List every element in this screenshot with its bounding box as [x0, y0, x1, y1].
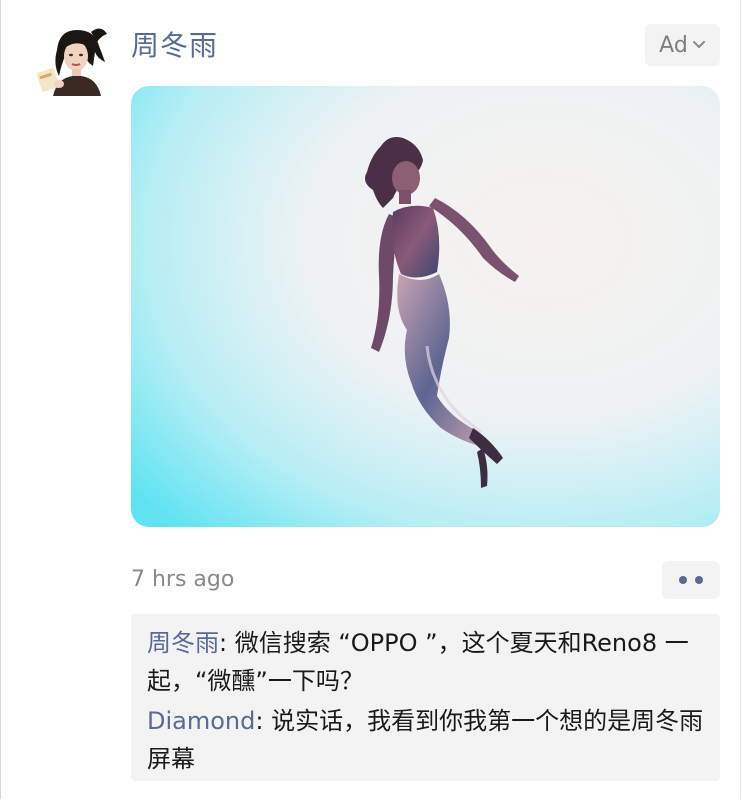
comment-separator: :	[219, 629, 235, 657]
more-dots-icon	[679, 576, 687, 584]
ad-image[interactable]	[131, 86, 720, 527]
avatar-image	[35, 22, 109, 96]
comment-author[interactable]: 周冬雨	[147, 629, 219, 657]
chevron-down-icon	[692, 41, 705, 48]
ad-label: Ad	[659, 32, 688, 58]
ad-photo-dancer	[131, 86, 720, 527]
moments-post: 周冬雨 Ad 7 hrs ago 周冬雨: 微信搜索 “OPPO ”，这个夏天和…	[0, 0, 741, 799]
post-author-name[interactable]: 周冬雨	[131, 28, 218, 64]
comment-item: Diamond: 说实话，我看到你我第一个想的是周冬雨屏幕	[147, 702, 704, 778]
comment-separator: :	[255, 707, 272, 735]
ad-options-button[interactable]: Ad	[645, 24, 720, 66]
more-options-button[interactable]	[662, 561, 720, 599]
avatar[interactable]	[35, 22, 109, 96]
post-timestamp: 7 hrs ago	[131, 567, 235, 592]
comment-item: 周冬雨: 微信搜索 “OPPO ”，这个夏天和Reno8 一起，“微醺”一下吗？	[147, 624, 704, 700]
more-dots-icon	[695, 576, 703, 584]
comment-author[interactable]: Diamond	[147, 707, 255, 735]
comments-panel: 周冬雨: 微信搜索 “OPPO ”，这个夏天和Reno8 一起，“微醺”一下吗？…	[131, 614, 720, 781]
